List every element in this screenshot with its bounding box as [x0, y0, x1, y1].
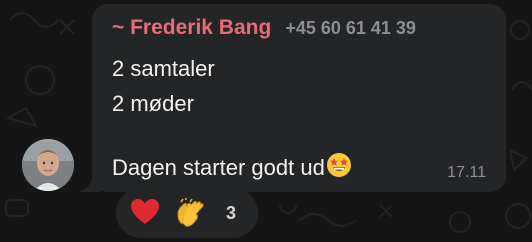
message-bubble[interactable]: ~ Frederik Bang +45 60 61 41 39 2 samtal…	[92, 4, 506, 192]
message-line: 2 samtaler	[112, 56, 215, 81]
star-struck-emoji	[326, 153, 351, 177]
reaction-clap[interactable]	[176, 198, 210, 228]
reaction-heart[interactable]	[130, 198, 160, 226]
reaction-count: 3	[226, 203, 237, 223]
sender-phone: +45 60 61 41 39	[285, 18, 416, 38]
red-heart-icon	[131, 199, 159, 224]
sender-row: ~ Frederik Bang +45 60 61 41 39	[112, 16, 416, 40]
message-line-with-emoji: Dagen starter godt ud	[112, 152, 352, 181]
sender-avatar[interactable]	[22, 139, 74, 191]
message-timestamp: 17.11	[447, 164, 486, 181]
reactions-bar: 3	[116, 188, 258, 238]
message-text: Dagen starter godt ud	[112, 155, 325, 180]
sender-name[interactable]: ~ Frederik Bang	[112, 16, 271, 40]
avatar-photo	[22, 139, 74, 191]
clapping-hands-icon	[177, 198, 204, 227]
message-line: 2 møder	[112, 91, 194, 116]
